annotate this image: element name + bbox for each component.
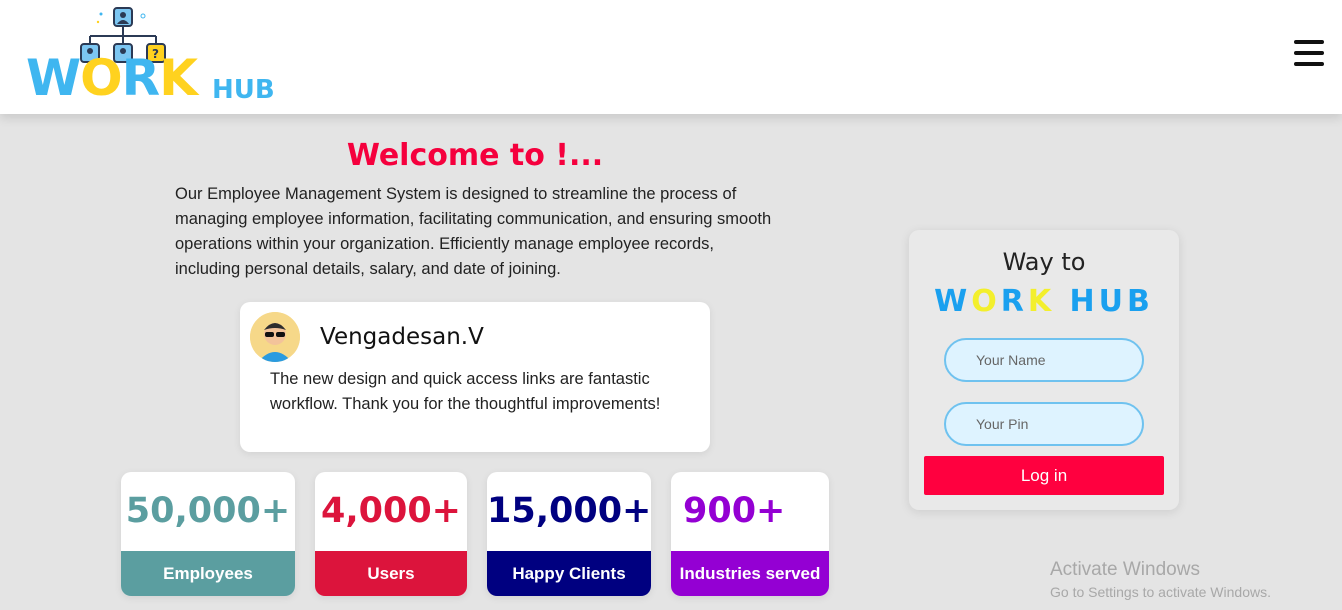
testimonial-text: The new design and quick access links ar… (270, 370, 661, 413)
testimonial-author-name: Vengadesan.V (320, 324, 484, 350)
login-brand-hub: HUB (1069, 284, 1154, 319)
stat-label: Industries served (671, 551, 829, 596)
logo-letter-o: O (80, 49, 123, 107)
login-card: Way to WORK HUB Log in (909, 230, 1179, 510)
stat-label: Users (315, 551, 467, 596)
logo-work-text: WORK (26, 49, 198, 107)
login-button[interactable]: Log in (924, 456, 1164, 495)
welcome-description: Our Employee Management System is design… (175, 185, 772, 278)
login-brand-o: O (971, 284, 1001, 319)
activate-windows-title: Activate Windows (1050, 559, 1200, 580)
login-brand-k: K (1027, 284, 1056, 319)
user-avatar-icon (250, 312, 300, 362)
stat-card-industries: 900+ Industries served (671, 472, 829, 596)
stat-label: Happy Clients (487, 551, 651, 596)
login-brand: WORK HUB (909, 284, 1179, 319)
login-brand-r: R (1000, 284, 1028, 319)
welcome-title: Welcome to !... (346, 138, 604, 173)
stat-value: 4,000+ (320, 491, 462, 531)
stat-label: Employees (121, 551, 295, 596)
stat-card-happy-clients: 15,000+ Happy Clients (487, 472, 651, 596)
logo-letter-k: K (159, 49, 198, 107)
header: ? WORK HUB (0, 0, 1342, 114)
logo-letter-w: W (26, 49, 81, 107)
activate-windows-subtitle: Go to Settings to activate Windows. (1050, 584, 1271, 600)
login-brand-w: W (934, 284, 972, 319)
stat-value: 50,000+ (125, 491, 291, 531)
stat-value: 900+ (683, 491, 786, 531)
hamburger-menu-icon[interactable] (1294, 40, 1324, 68)
testimonial-card: Vengadesan.V The new design and quick ac… (240, 302, 710, 452)
stat-card-employees: 50,000+ Employees (121, 472, 295, 596)
logo-hub-text: HUB (212, 75, 275, 105)
workhub-logo[interactable]: ? WORK HUB (26, 6, 286, 106)
stat-value: 15,000+ (487, 491, 651, 531)
stat-card-users: 4,000+ Users (315, 472, 467, 596)
pin-input[interactable] (944, 402, 1144, 446)
logo-letter-r: R (121, 49, 161, 107)
name-input[interactable] (944, 338, 1144, 382)
login-title: Way to (1002, 248, 1086, 276)
